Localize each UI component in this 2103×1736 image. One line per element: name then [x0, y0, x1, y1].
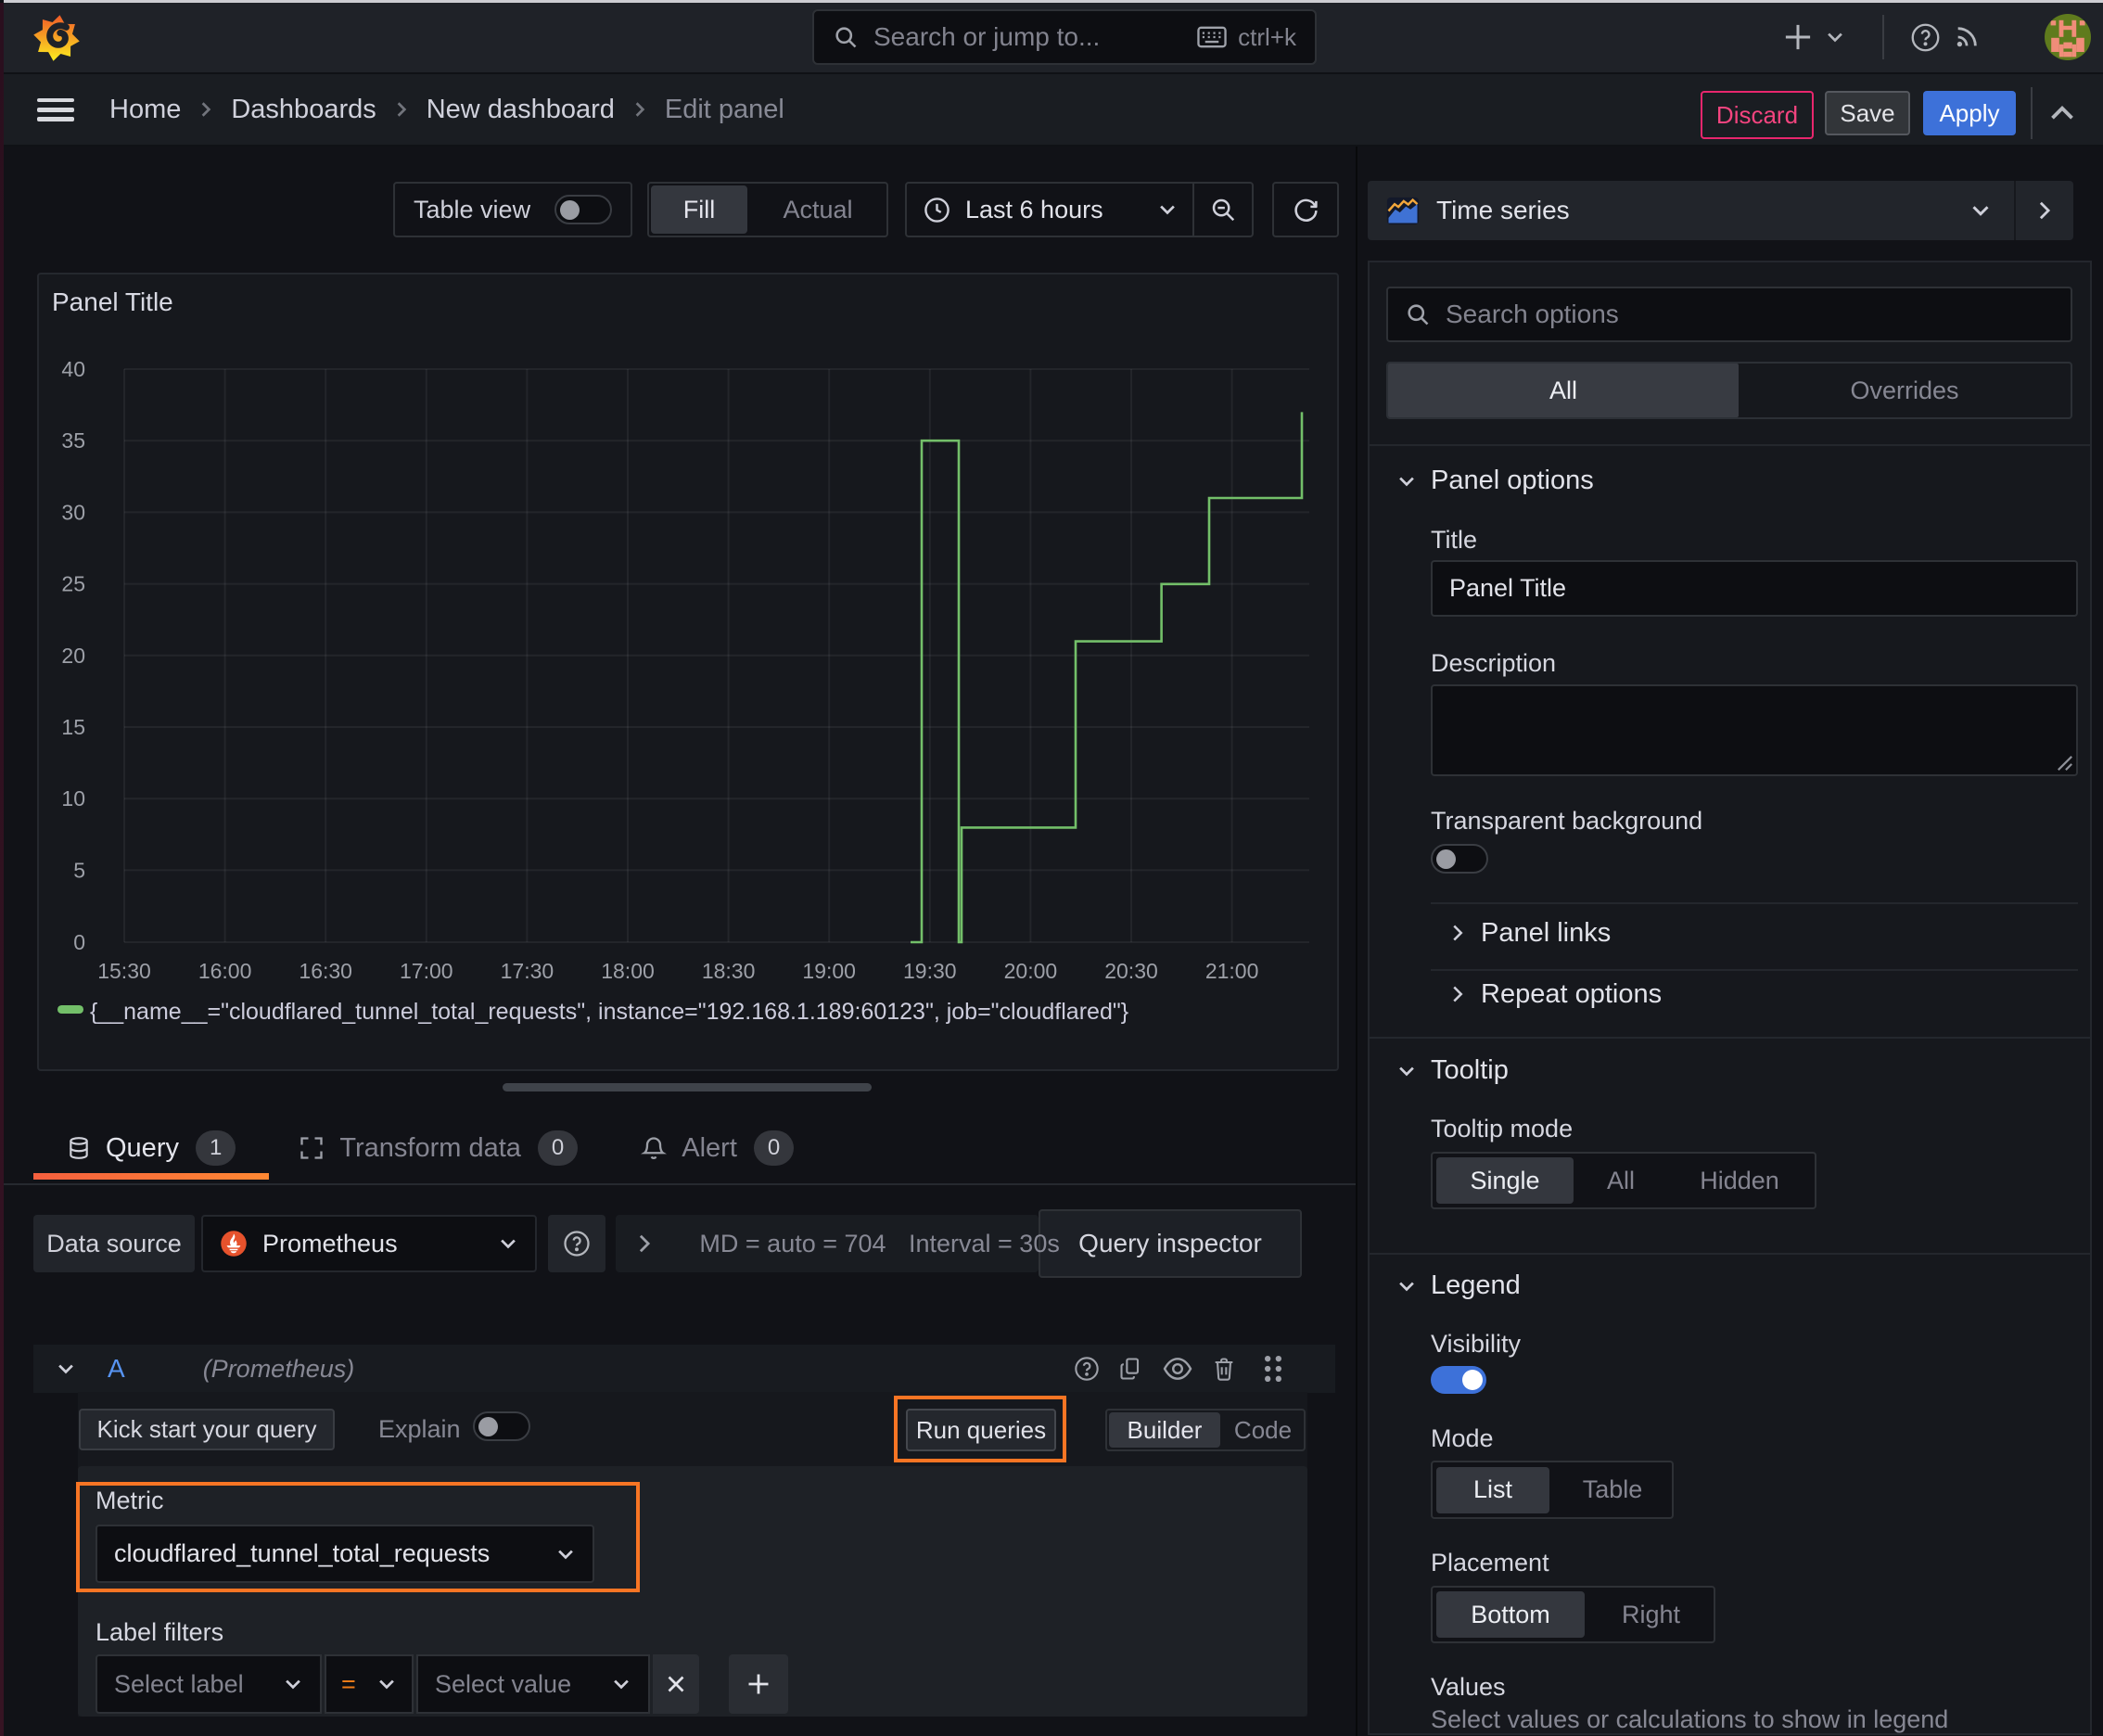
svg-text:30: 30	[61, 500, 85, 524]
svg-text:35: 35	[61, 428, 85, 453]
svg-text:20:30: 20:30	[1104, 959, 1158, 983]
svg-text:{__name__="cloudflared_tunnel_: {__name__="cloudflared_tunnel_total_requ…	[90, 999, 1128, 1025]
svg-text:18:30: 18:30	[702, 959, 756, 983]
svg-text:10: 10	[61, 786, 85, 811]
svg-text:16:00: 16:00	[198, 959, 252, 983]
svg-text:0: 0	[73, 930, 85, 954]
svg-text:16:30: 16:30	[299, 959, 352, 983]
svg-text:25: 25	[61, 572, 85, 596]
svg-text:19:30: 19:30	[903, 959, 957, 983]
svg-text:20:00: 20:00	[1004, 959, 1058, 983]
svg-text:21:00: 21:00	[1205, 959, 1259, 983]
svg-text:40: 40	[61, 357, 85, 381]
svg-text:5: 5	[73, 858, 85, 882]
svg-text:17:30: 17:30	[501, 959, 554, 983]
svg-text:19:00: 19:00	[802, 959, 856, 983]
svg-text:20: 20	[61, 644, 85, 668]
svg-text:15:30: 15:30	[97, 959, 151, 983]
svg-text:18:00: 18:00	[601, 959, 655, 983]
svg-text:15: 15	[61, 715, 85, 739]
svg-text:17:00: 17:00	[400, 959, 453, 983]
